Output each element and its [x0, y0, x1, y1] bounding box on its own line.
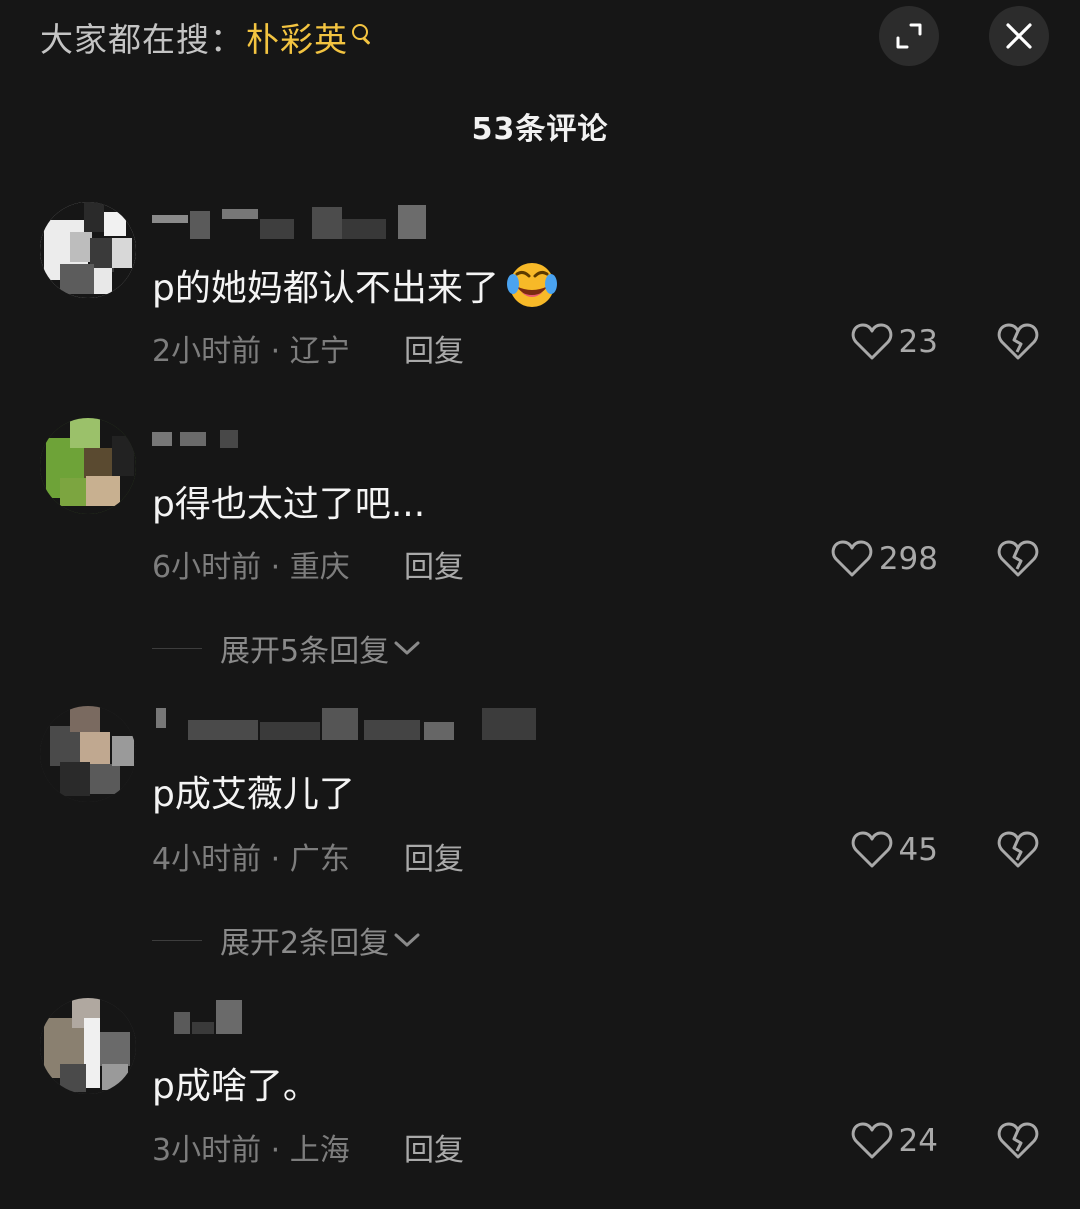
reply-button[interactable]: 回复 [404, 542, 464, 586]
broken-heart-icon [997, 1122, 1039, 1159]
dislike-button[interactable] [997, 322, 1039, 366]
like-button[interactable]: 24 [851, 1121, 938, 1161]
like-button[interactable]: 298 [831, 539, 938, 579]
dislike-button[interactable] [997, 539, 1039, 583]
chevron-down-icon [394, 933, 420, 947]
close-icon [1006, 23, 1032, 49]
expand-replies-button[interactable]: 展开5条回复 [152, 626, 421, 670]
like-button[interactable]: 45 [851, 830, 938, 870]
reply-button[interactable]: 回复 [404, 834, 464, 878]
broken-heart-icon [997, 831, 1039, 868]
chevron-down-icon [394, 641, 420, 655]
reply-button[interactable]: 回复 [404, 1125, 464, 1169]
like-count: 24 [898, 1123, 938, 1159]
heart-icon [851, 1122, 892, 1159]
reply-button[interactable]: 回复 [404, 326, 464, 370]
trending-search-hint[interactable]: 大家都在搜： 朴彩英 [40, 14, 372, 60]
heart-icon [851, 831, 892, 868]
heart-icon [831, 540, 873, 577]
comment-meta: 6小时前 · 重庆 [152, 550, 350, 585]
expand-icon [896, 23, 922, 49]
close-button[interactable] [989, 6, 1049, 66]
expand-replies-label: 展开5条回复 [220, 634, 390, 669]
like-count: 298 [878, 541, 938, 577]
comment-meta: 4小时前 · 广东 [152, 842, 350, 877]
expand-replies-button[interactable]: 展开2条回复 [152, 918, 421, 962]
like-count: 23 [898, 324, 938, 360]
like-button[interactable]: 23 [851, 322, 938, 362]
comment-text: p成艾薇儿了 [152, 774, 355, 815]
trending-search-keyword[interactable]: 朴彩英 [246, 13, 348, 61]
divider-line [152, 939, 202, 941]
divider-line [152, 647, 202, 649]
broken-heart-icon [997, 540, 1039, 577]
trending-search-prefix: 大家都在搜： [40, 20, 244, 59]
comment-meta: 3小时前 · 上海 [152, 1133, 350, 1168]
expand-replies-label: 展开2条回复 [220, 926, 390, 961]
like-count: 45 [898, 832, 938, 868]
heart-icon [851, 323, 892, 360]
expand-button[interactable] [879, 6, 939, 66]
comment-count-title: 53条评论 [471, 112, 609, 147]
avatar[interactable] [40, 998, 136, 1094]
avatar[interactable] [40, 418, 136, 514]
rolling-on-floor-laughing-emoji [506, 263, 557, 307]
comment-meta: 2小时前 · 辽宁 [152, 334, 350, 369]
comment-text: p的她妈都认不出来了 [152, 258, 557, 312]
comment-text: p得也太过了吧... [152, 484, 426, 525]
dislike-button[interactable] [997, 1121, 1039, 1165]
search-icon [350, 22, 372, 52]
comment-text: p成啥了。 [152, 1066, 319, 1107]
avatar[interactable] [40, 202, 136, 298]
broken-heart-icon [997, 323, 1039, 360]
avatar[interactable] [40, 706, 136, 802]
dislike-button[interactable] [997, 830, 1039, 874]
